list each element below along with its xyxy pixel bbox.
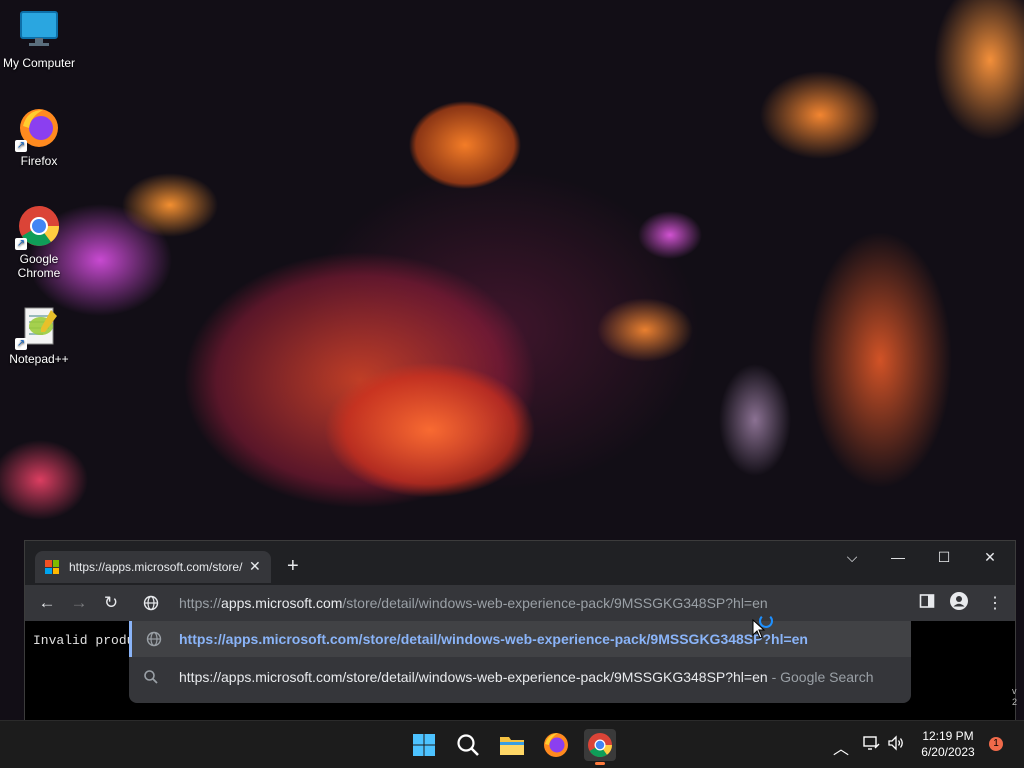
address-bar-text[interactable]: https://apps.microsoft.com/store/detail/… — [179, 595, 768, 611]
firefox-taskbar-icon[interactable] — [540, 729, 572, 761]
close-window-button[interactable]: ✕ — [978, 549, 1002, 566]
suggestion-google-search[interactable]: https://apps.microsoft.com/store/detail/… — [129, 659, 911, 695]
shortcut-arrow-icon: ↗ — [15, 338, 27, 350]
busy-spinner-icon — [759, 614, 773, 628]
desktop-icon-google-chrome[interactable]: ↗ Google Chrome — [0, 204, 78, 280]
firefox-icon: ↗ — [15, 106, 61, 152]
omnibox-suggestions: https://apps.microsoft.com/store/detail/… — [129, 621, 911, 703]
chrome-window: https://apps.microsoft.com/store/ ✕ + ⌵ … — [24, 540, 1016, 722]
url-host: apps.microsoft.com — [221, 595, 343, 611]
desktop-icon-notepad-plus-plus[interactable]: ↗ Notepad++ — [0, 304, 78, 366]
suggestion-query: https://apps.microsoft.com/store/detail/… — [179, 669, 768, 685]
desktop-icon-label: Google — [19, 252, 59, 266]
search-icon — [143, 669, 159, 685]
volume-icon[interactable] — [887, 735, 905, 756]
more-options-icon[interactable]: ⋮ — [987, 593, 1003, 613]
show-hidden-icons-chevron-icon[interactable]: ︿ — [833, 735, 849, 759]
taskbar: ︿ 12:19 PM 6/20/2023 1 — [0, 720, 1024, 768]
browser-toolbar: ← → ↻ https://apps.microsoft.com/store/d… — [25, 585, 1015, 621]
suggestion-url[interactable]: https://apps.microsoft.com/store/detail/… — [129, 621, 911, 657]
globe-icon — [143, 595, 159, 611]
notification-badge[interactable]: 1 — [989, 737, 1003, 751]
page-text: Invalid produ — [33, 633, 135, 648]
address-bar[interactable]: https://apps.microsoft.com/store/detail/… — [129, 585, 911, 621]
url-path: /store/detail/windows-web-experience-pac… — [342, 595, 768, 611]
partial-window-text: v2 — [1012, 686, 1018, 707]
maximize-button[interactable]: ☐ — [932, 549, 956, 566]
desktop-icon-label-line2: Chrome — [17, 266, 61, 280]
chrome-icon: ↗ — [15, 204, 61, 250]
url-prefix: https:// — [179, 595, 222, 611]
network-icon[interactable] — [862, 735, 880, 756]
back-arrow-icon[interactable]: ← — [37, 593, 57, 613]
file-explorer-icon[interactable] — [496, 729, 528, 761]
suggestion-suffix: - Google Search — [771, 669, 874, 685]
shortcut-arrow-icon: ↗ — [15, 238, 27, 250]
tab-microsoft-store[interactable]: https://apps.microsoft.com/store/ ✕ — [35, 551, 271, 583]
forward-arrow-icon[interactable]: → — [69, 593, 89, 613]
desktop-icon-label: Firefox — [20, 154, 58, 168]
microsoft-store-favicon-icon — [45, 560, 59, 574]
new-tab-button[interactable]: + — [287, 556, 299, 576]
notepad-plus-plus-icon: ↗ — [15, 304, 61, 350]
profile-avatar-icon[interactable] — [949, 591, 969, 616]
reload-icon[interactable]: ↻ — [101, 593, 121, 613]
tab-strip: https://apps.microsoft.com/store/ ✕ + ⌵ … — [25, 541, 1015, 585]
start-windows-icon[interactable] — [408, 729, 440, 761]
active-app-indicator — [595, 762, 605, 765]
tab-search-chevron-icon[interactable]: ⌵ — [840, 549, 864, 566]
desktop-icon-label: Notepad++ — [9, 352, 69, 366]
suggestion-text: https://apps.microsoft.com/store/detail/… — [179, 669, 874, 685]
globe-icon — [146, 631, 162, 647]
search-icon[interactable] — [452, 729, 484, 761]
desktop-icon-my-computer[interactable]: My Computer — [0, 8, 78, 70]
monitor-icon — [17, 8, 61, 52]
desktop-icon-firefox[interactable]: ↗ Firefox — [0, 106, 78, 168]
tab-close-icon[interactable]: ✕ — [249, 558, 261, 575]
taskbar-clock[interactable]: 12:19 PM 6/20/2023 — [912, 728, 984, 760]
side-panel-icon[interactable] — [919, 593, 935, 614]
shortcut-arrow-icon: ↗ — [15, 140, 27, 152]
suggestion-text: https://apps.microsoft.com/store/detail/… — [179, 631, 808, 647]
chrome-taskbar-icon[interactable] — [584, 729, 616, 765]
desktop-icon-label: My Computer — [2, 56, 76, 70]
clock-date: 6/20/2023 — [921, 745, 975, 759]
tab-title: https://apps.microsoft.com/store/ — [69, 560, 243, 574]
clock-time: 12:19 PM — [922, 729, 974, 743]
minimize-button[interactable]: — — [886, 549, 910, 565]
